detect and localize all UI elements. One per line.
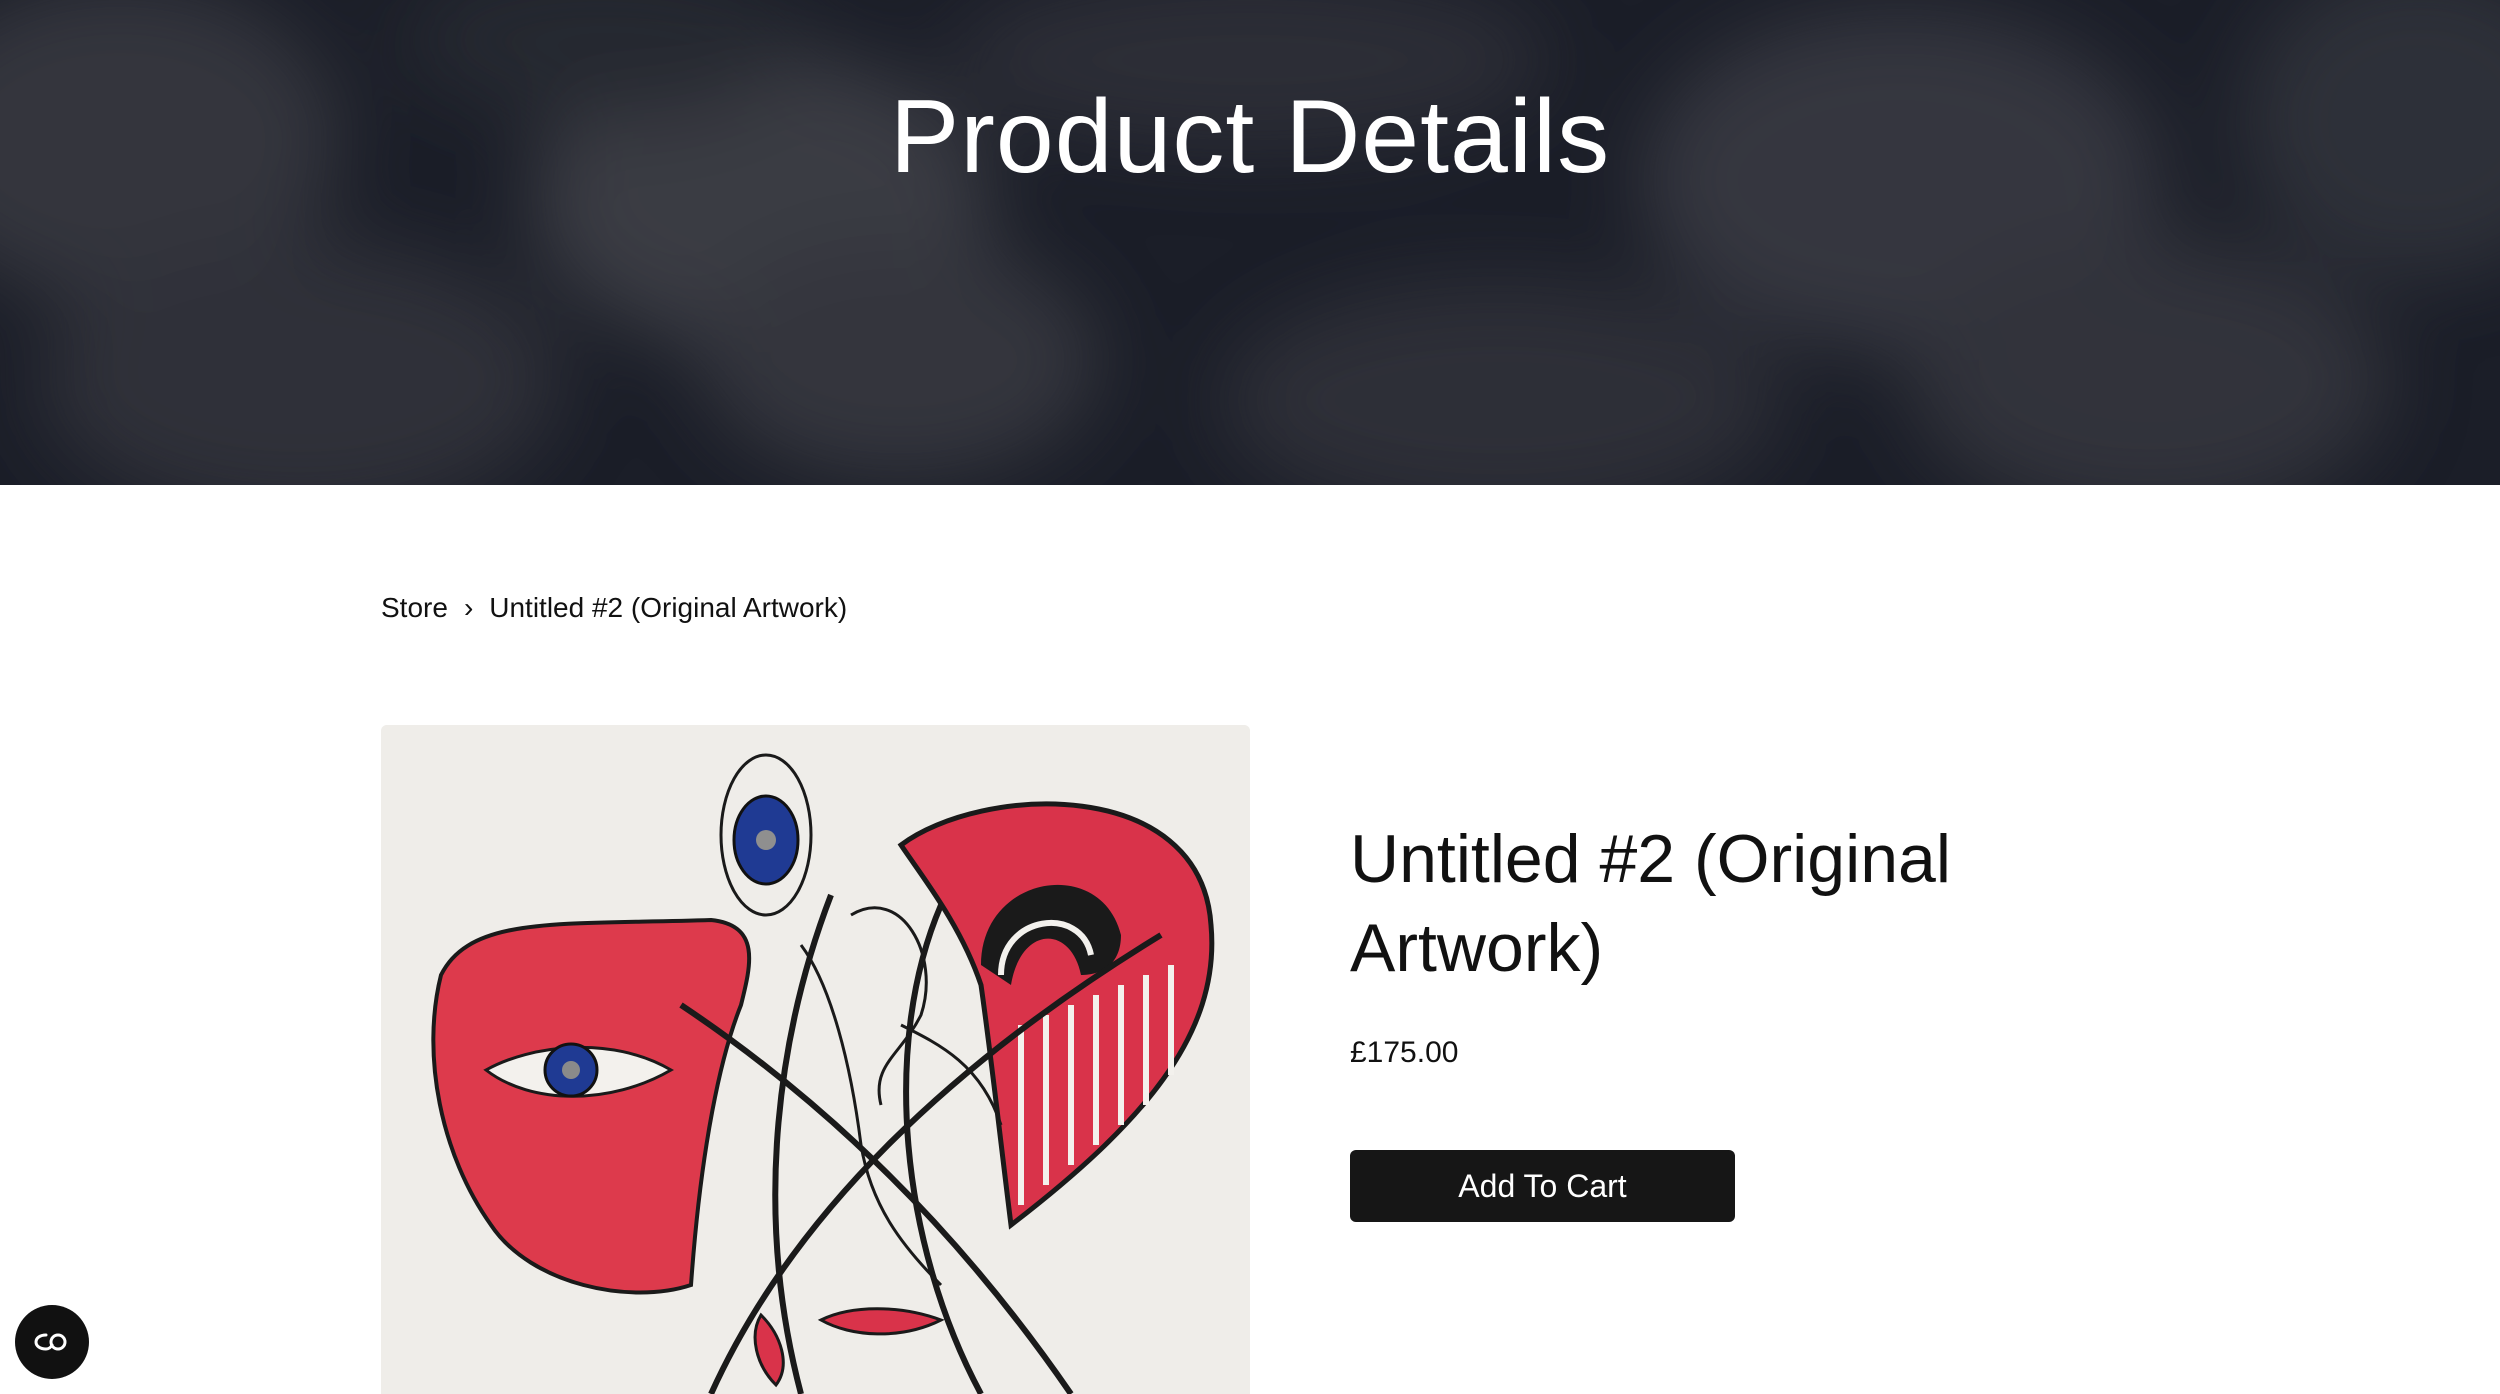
product-price: £175.00 <box>1350 1036 1459 1069</box>
hero-banner: Product Details <box>0 0 2500 485</box>
breadcrumb-link-store[interactable]: Store <box>381 592 448 624</box>
breadcrumb: Store › Untitled #2 (Original Artwork) <box>381 592 847 624</box>
product-image[interactable] <box>381 725 1250 1394</box>
cloud-background <box>0 0 2500 485</box>
breadcrumb-separator: › <box>463 592 474 623</box>
add-to-cart-button[interactable]: Add To Cart <box>1350 1150 1735 1222</box>
product-title: Untitled #2 (Original Artwork) <box>1350 821 1951 986</box>
page-title: Product Details <box>889 79 1611 195</box>
accessibility-toggle-button[interactable] <box>15 1305 89 1379</box>
accessibility-toggle-icon <box>34 1333 67 1351</box>
artwork-illustration <box>381 725 1250 1394</box>
breadcrumb-current: Untitled #2 (Original Artwork) <box>489 592 848 623</box>
